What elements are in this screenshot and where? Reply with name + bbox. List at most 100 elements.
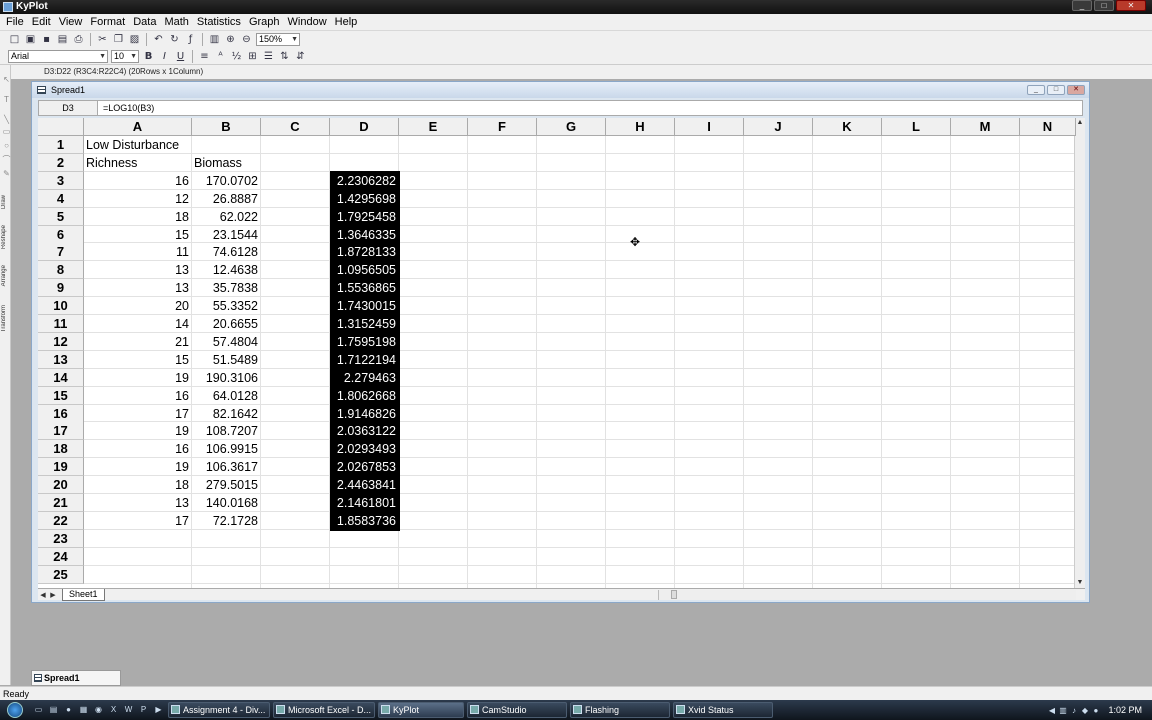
cell[interactable]: 19 xyxy=(84,422,191,440)
spreadsheet-maximize-button[interactable]: □ xyxy=(1047,85,1065,95)
cell[interactable]: 57.4804 xyxy=(192,333,260,351)
sheet-tab[interactable]: Sheet1 xyxy=(62,588,105,601)
left-tool-reshape[interactable]: Reshape xyxy=(1,225,10,249)
bold-button[interactable]: B xyxy=(142,50,155,63)
zoom-combo[interactable]: 150% ▼ xyxy=(256,33,300,46)
first-sheet-icon[interactable]: ◀ xyxy=(38,591,48,599)
menu-math[interactable]: Math xyxy=(164,16,188,28)
menu-edit[interactable]: Edit xyxy=(32,16,51,28)
menu-format[interactable]: Format xyxy=(90,16,125,28)
rectangle-tool-icon[interactable]: ▭ xyxy=(2,127,11,136)
chrome-icon[interactable]: ◉ xyxy=(92,704,105,716)
zoom-in-icon[interactable]: ⊕ xyxy=(224,33,237,46)
column-header-n[interactable]: N xyxy=(1020,118,1076,136)
cell[interactable]: 82.1642 xyxy=(192,405,260,423)
shield-icon[interactable]: ◆ xyxy=(1080,706,1089,715)
column-header-j[interactable]: J xyxy=(744,118,813,136)
menu-window[interactable]: Window xyxy=(288,16,327,28)
scroll-up-icon[interactable]: ▲ xyxy=(1075,118,1085,128)
row-header-1[interactable]: 1 xyxy=(38,136,84,154)
cell[interactable]: 14 xyxy=(84,315,191,333)
cell[interactable]: 13 xyxy=(84,494,191,512)
cell[interactable]: 13 xyxy=(84,261,191,279)
superscript-icon[interactable]: ᴬ xyxy=(214,50,227,63)
text-tool-icon[interactable]: T xyxy=(2,95,11,104)
cell[interactable]: 51.5489 xyxy=(192,351,260,369)
row-header-22[interactable]: 22 xyxy=(38,511,84,530)
row-header-6[interactable]: 6 xyxy=(38,225,84,244)
row-header-24[interactable]: 24 xyxy=(38,547,84,566)
row-header-7[interactable]: 7 xyxy=(38,243,84,262)
horizontal-scroll-thumb[interactable] xyxy=(671,590,677,599)
next-sheet-icon[interactable]: ▶ xyxy=(48,591,58,599)
zoom-out-icon[interactable]: ⊖ xyxy=(240,33,253,46)
cell[interactable]: 2.279463 xyxy=(330,368,398,387)
row-header-3[interactable]: 3 xyxy=(38,171,84,190)
cut-icon[interactable]: ✂ xyxy=(96,33,109,46)
row-header-21[interactable]: 21 xyxy=(38,494,84,512)
cell[interactable]: 18 xyxy=(84,208,191,226)
powerpoint-icon[interactable]: P xyxy=(137,704,150,716)
row-header-13[interactable]: 13 xyxy=(38,350,84,369)
cell[interactable]: 1.7925458 xyxy=(330,207,398,226)
menu-file[interactable]: File xyxy=(6,16,24,28)
cell-reference-box[interactable]: D3 xyxy=(39,101,98,115)
cell[interactable]: 17 xyxy=(84,512,191,530)
spreadsheet-close-button[interactable]: ✕ xyxy=(1067,85,1085,95)
sort-ascending-icon[interactable]: ⇅ xyxy=(278,50,291,63)
row-header-2[interactable]: 2 xyxy=(38,153,84,172)
vertical-scrollbar[interactable]: ▲ ▼ xyxy=(1074,118,1085,588)
new-icon[interactable]: □ xyxy=(8,33,21,46)
cell[interactable]: 1.5536865 xyxy=(330,279,398,298)
cell[interactable]: 1.4295698 xyxy=(330,189,398,208)
cell[interactable]: 1.8583736 xyxy=(330,511,398,530)
cell[interactable]: 1.9146826 xyxy=(330,404,398,423)
minimize-button[interactable]: _ xyxy=(1072,0,1092,11)
cell[interactable]: 16 xyxy=(84,440,191,458)
cell[interactable]: 12 xyxy=(84,190,191,208)
cell[interactable]: 13 xyxy=(84,279,191,297)
spreadsheet-minimize-button[interactable]: _ xyxy=(1027,85,1045,95)
cell[interactable]: 16 xyxy=(84,387,191,405)
cell[interactable]: 2.2306282 xyxy=(330,171,398,190)
row-header-10[interactable]: 10 xyxy=(38,297,84,316)
cell[interactable]: 26.8887 xyxy=(192,190,260,208)
row-header-25[interactable]: 25 xyxy=(38,565,84,584)
line-tool-icon[interactable]: ╲ xyxy=(2,115,11,124)
cell[interactable]: 23.1544 xyxy=(192,226,260,244)
cell[interactable]: 1.7595198 xyxy=(330,332,398,351)
menu-graph[interactable]: Graph xyxy=(249,16,280,28)
borders-icon[interactable]: ⊞ xyxy=(246,50,259,63)
app-title-bar[interactable]: KyPlot xyxy=(0,0,1152,14)
menu-help[interactable]: Help xyxy=(335,16,358,28)
cell[interactable]: 1.3152459 xyxy=(330,315,398,333)
row-header-19[interactable]: 19 xyxy=(38,458,84,477)
cell[interactable]: 2.0363122 xyxy=(330,422,398,441)
cell[interactable]: 15 xyxy=(84,226,191,244)
taskbar-item[interactable]: Microsoft Excel - D... xyxy=(273,702,375,718)
font-size-combo[interactable]: 10 ▼ xyxy=(111,49,139,63)
row-header-11[interactable]: 11 xyxy=(38,315,84,333)
print-preview-icon[interactable]: ▤ xyxy=(56,33,69,46)
cell[interactable]: 106.9915 xyxy=(192,440,260,458)
redo-icon[interactable]: ↻ xyxy=(168,33,181,46)
cell[interactable]: 64.0128 xyxy=(192,387,260,405)
left-tool-draw[interactable]: Draw xyxy=(1,195,10,209)
undo-icon[interactable]: ↶ xyxy=(152,33,165,46)
cell[interactable]: 11 xyxy=(84,243,191,261)
cell[interactable]: Biomass xyxy=(192,154,260,172)
cell[interactable]: 35.7838 xyxy=(192,279,260,297)
row-header-14[interactable]: 14 xyxy=(38,368,84,387)
cell[interactable]: 17 xyxy=(84,405,191,423)
row-header-18[interactable]: 18 xyxy=(38,440,84,459)
left-tool-arrange[interactable]: Arrange xyxy=(1,265,10,286)
cell[interactable]: 279.5015 xyxy=(192,476,260,494)
horizontal-scrollbar[interactable] xyxy=(658,590,1076,600)
column-header-l[interactable]: L xyxy=(882,118,951,136)
cell[interactable]: 190.3106 xyxy=(192,369,260,387)
underline-button[interactable]: U xyxy=(174,50,187,63)
clock[interactable]: 1:02 PM xyxy=(1108,705,1142,715)
left-tool-transform[interactable]: Transform xyxy=(1,305,10,332)
cell[interactable]: 19 xyxy=(84,369,191,387)
spreadsheet-title-bar[interactable]: Spread1 _ □ ✕ xyxy=(32,82,1089,98)
